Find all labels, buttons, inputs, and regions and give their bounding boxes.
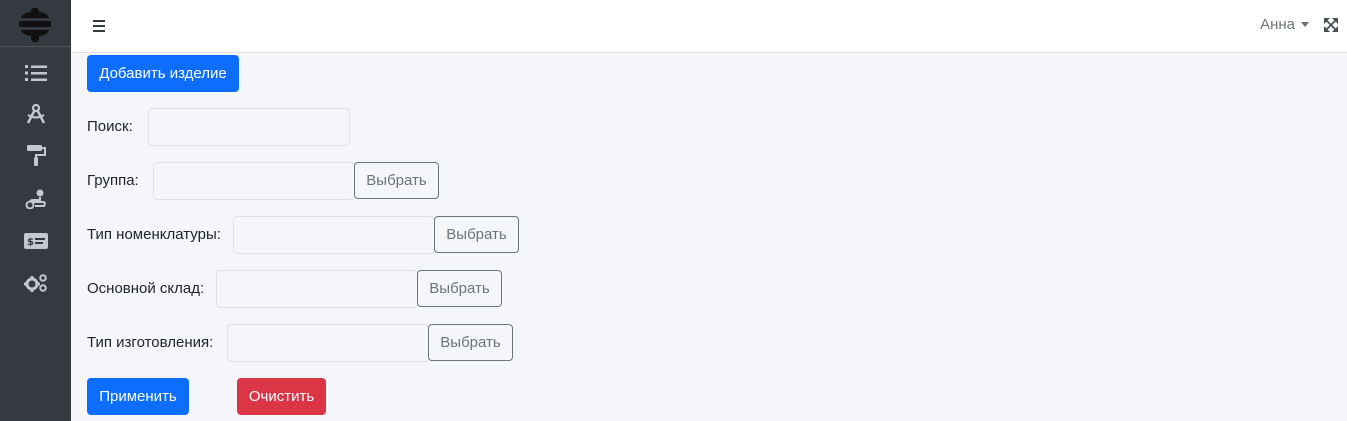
manufacture-label: Тип изготовления: [87, 334, 214, 351]
clear-button[interactable]: Очистить [237, 378, 326, 415]
add-item-button[interactable]: Добавить изделие [87, 55, 239, 92]
app-logo-icon [19, 8, 51, 42]
nomenclature-select-button[interactable]: Выбрать [434, 216, 519, 253]
sidebar-item-list[interactable] [0, 55, 71, 91]
warehouse-label: Основной склад: [87, 280, 205, 297]
sidebar-item-route[interactable] [0, 181, 71, 217]
route-icon [25, 189, 46, 209]
compass-tools-icon [26, 104, 45, 124]
warehouse-input[interactable] [216, 270, 418, 308]
cogs-icon [23, 274, 47, 292]
user-name: Анна [1260, 16, 1295, 33]
search-input[interactable] [148, 108, 350, 146]
group-select-button[interactable]: Выбрать [354, 162, 439, 199]
svg-text:$: $ [27, 237, 34, 248]
nomenclature-label: Тип номенклатуры: [87, 226, 221, 243]
money-check-icon: $ [23, 233, 48, 249]
topbar: Анна [71, 0, 1347, 53]
caret-down-icon [1301, 22, 1309, 27]
manufacture-select-button[interactable]: Выбрать [428, 324, 513, 361]
warehouse-select-button[interactable]: Выбрать [417, 270, 502, 307]
hamburger-icon[interactable] [93, 16, 107, 36]
nomenclature-input[interactable] [233, 216, 435, 254]
expand-arrows-icon [1324, 18, 1338, 32]
sidebar-item-tools[interactable] [0, 96, 71, 132]
paint-roller-icon [26, 145, 46, 166]
fullscreen-button[interactable] [1324, 18, 1338, 37]
manufacture-input[interactable] [227, 324, 429, 362]
list-icon [24, 65, 47, 81]
sidebar-item-settings[interactable] [0, 265, 71, 301]
sidebar-item-finance[interactable]: $ [0, 223, 71, 259]
sidebar: $ [0, 0, 71, 421]
search-label: Поиск: [87, 118, 133, 135]
apply-button[interactable]: Применить [87, 378, 189, 415]
group-label: Группа: [87, 172, 139, 189]
brand[interactable] [0, 0, 71, 47]
user-menu[interactable]: Анна [1260, 16, 1309, 33]
sidebar-item-paint[interactable] [0, 137, 71, 173]
group-input[interactable] [153, 162, 355, 200]
